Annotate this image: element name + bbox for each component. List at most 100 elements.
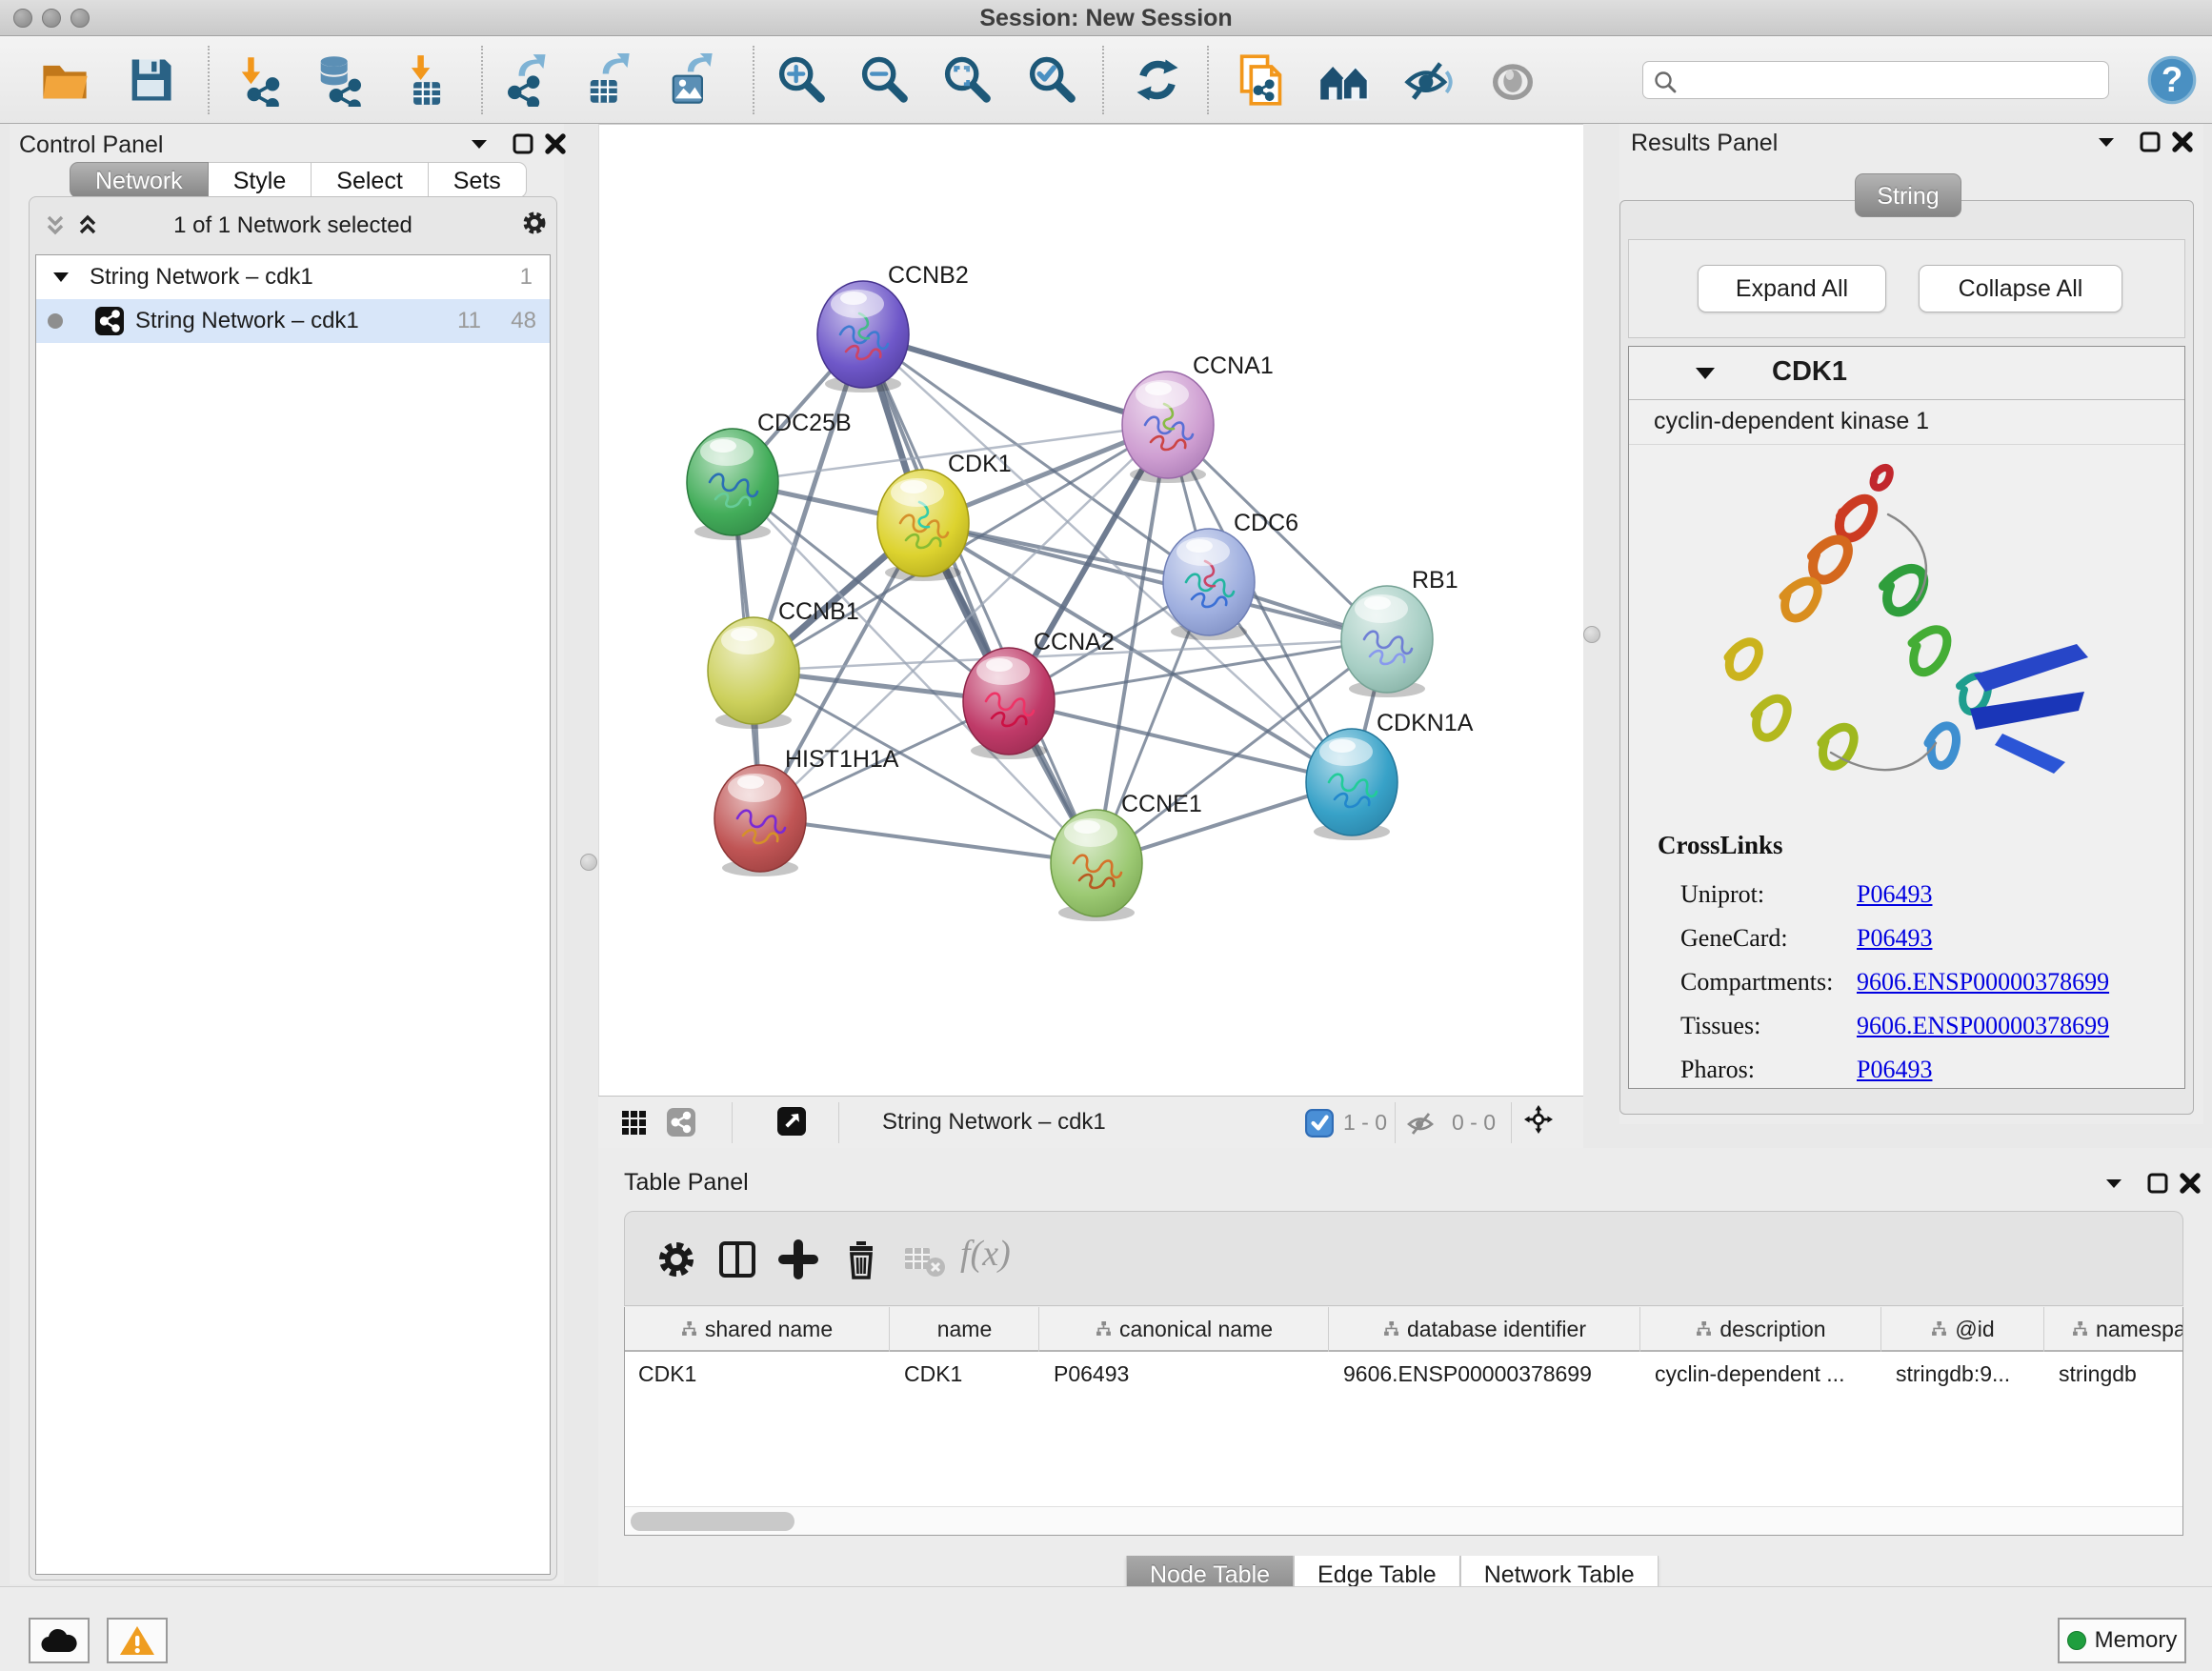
results-panel-title: Results Panel — [1631, 130, 1778, 157]
crosslink-link[interactable]: P06493 — [1857, 880, 1932, 908]
hide-eye-icon[interactable] — [1401, 53, 1455, 107]
network-edge[interactable] — [923, 523, 1387, 639]
network-selected-status: 1 of 1 Network selected — [30, 212, 556, 239]
pan-crosshair-icon[interactable] — [1524, 1105, 1560, 1141]
expand-all-button[interactable]: Expand All — [1698, 265, 1886, 312]
column-tree-icon — [1931, 1321, 1947, 1338]
search-input[interactable] — [1685, 64, 2095, 96]
node-result-card: CDK1 cyclin-dependent kinase 1 — [1628, 346, 2185, 1089]
network-edge[interactable] — [863, 334, 1096, 863]
panel-menu-icon[interactable] — [2092, 128, 2121, 156]
column-header[interactable]: @id — [1882, 1307, 2044, 1352]
node-label: CDC6 — [1234, 510, 1298, 536]
panel-float-icon[interactable] — [2136, 128, 2164, 156]
zoom-fit-icon[interactable] — [939, 53, 993, 107]
document-share-icon[interactable] — [1234, 53, 1287, 107]
add-column-icon[interactable] — [774, 1235, 823, 1284]
column-header[interactable]: description — [1641, 1307, 1881, 1352]
network-edge[interactable] — [1009, 701, 1352, 782]
collapse-arrow-icon[interactable] — [51, 269, 70, 286]
tab-style[interactable]: Style — [209, 162, 312, 198]
import-database-icon[interactable] — [312, 53, 365, 107]
crosslink-link[interactable]: P06493 — [1857, 924, 1932, 952]
table-row[interactable]: CDK1 CDK1 P06493 9606.ENSP00000378699 cy… — [625, 1354, 2183, 1396]
crosslinks-title: CrossLinks — [1658, 831, 1783, 860]
crosslink-link[interactable]: 9606.ENSP00000378699 — [1857, 968, 2109, 996]
memory-button[interactable]: Memory — [2058, 1618, 2186, 1663]
scrollbar-thumb[interactable] — [631, 1512, 794, 1531]
collapse-arrow-icon[interactable] — [1694, 364, 1717, 383]
open-folder-icon[interactable] — [38, 53, 91, 107]
show-columns-icon[interactable] — [713, 1235, 762, 1284]
column-tree-icon — [1696, 1321, 1712, 1338]
zoom-out-icon[interactable] — [856, 53, 910, 107]
network-node[interactable] — [708, 617, 799, 729]
panel-float-icon[interactable] — [2143, 1169, 2172, 1198]
node-result-header[interactable]: CDK1 — [1629, 347, 2184, 400]
network-view-icon[interactable] — [667, 1108, 695, 1137]
network-node[interactable] — [817, 281, 909, 393]
crosslink-link[interactable]: 9606.ENSP00000378699 — [1857, 1012, 2109, 1039]
crosslink-label: Tissues: — [1680, 1012, 1857, 1040]
column-header[interactable]: shared name — [625, 1307, 890, 1352]
network-edge[interactable] — [863, 334, 1168, 425]
network-collection-row[interactable]: String Network – cdk1 1 — [36, 255, 550, 299]
column-header[interactable]: database identifier — [1330, 1307, 1640, 1352]
network-node[interactable] — [963, 648, 1055, 759]
network-node[interactable] — [1341, 586, 1433, 697]
warning-button[interactable] — [107, 1618, 168, 1663]
collapse-all-button[interactable]: Collapse All — [1919, 265, 2122, 312]
zoom-in-icon[interactable] — [774, 53, 827, 107]
export-image-icon[interactable] — [663, 53, 716, 107]
export-network-icon[interactable] — [498, 53, 552, 107]
zoom-selected-icon[interactable] — [1024, 53, 1077, 107]
panel-menu-icon[interactable] — [465, 130, 493, 158]
column-header[interactable]: namespace — [2045, 1307, 2183, 1352]
network-node[interactable] — [714, 765, 806, 876]
node-label: CCNB1 — [778, 598, 859, 625]
left-splitter-grip[interactable] — [580, 854, 597, 871]
right-splitter-grip[interactable] — [1583, 626, 1600, 643]
eye-icon[interactable] — [1486, 53, 1539, 107]
network-node[interactable] — [687, 429, 778, 540]
panel-close-icon[interactable] — [2168, 128, 2197, 156]
tab-select[interactable]: Select — [312, 162, 428, 198]
collection-label: String Network – cdk1 — [90, 264, 313, 291]
import-network-icon[interactable] — [231, 53, 285, 107]
horizontal-scrollbar[interactable] — [625, 1506, 2182, 1535]
network-canvas[interactable]: CCNB2CCNA1CDC25BCDK1CDC6RB1CCNB1CCNA2CDK… — [598, 124, 1583, 1096]
help-icon[interactable]: ? — [2145, 53, 2199, 107]
crosslink-link[interactable]: P06493 — [1857, 1056, 1932, 1083]
delete-column-icon[interactable] — [836, 1235, 886, 1284]
tab-network[interactable]: Network — [70, 162, 209, 198]
column-header[interactable]: canonical name — [1040, 1307, 1329, 1352]
save-icon[interactable] — [124, 53, 177, 107]
houses-icon[interactable] — [1317, 53, 1371, 107]
tab-string[interactable]: String — [1855, 173, 1961, 217]
refresh-icon[interactable] — [1131, 53, 1184, 107]
export-table-icon[interactable] — [580, 53, 633, 107]
node-description-row: cyclin-dependent kinase 1 — [1629, 401, 2184, 445]
import-table-icon[interactable] — [399, 53, 452, 107]
network-edge[interactable] — [760, 818, 1096, 863]
search-field[interactable] — [1642, 61, 2109, 99]
selected-checkbox-icon[interactable] — [1305, 1109, 1332, 1136]
panel-close-icon[interactable] — [541, 130, 570, 158]
toolbar-separator — [1102, 46, 1104, 114]
network-node[interactable] — [1051, 810, 1142, 921]
network-row-selected[interactable]: String Network – cdk1 11 48 — [36, 299, 550, 343]
tab-sets[interactable]: Sets — [429, 162, 527, 198]
gear-icon[interactable] — [520, 209, 549, 237]
table-settings-gear-icon[interactable] — [652, 1235, 701, 1284]
network-node[interactable] — [1122, 372, 1214, 483]
panel-float-icon[interactable] — [509, 130, 537, 158]
memory-status-dot — [2067, 1631, 2086, 1650]
panel-menu-icon[interactable] — [2100, 1169, 2128, 1198]
network-node[interactable] — [1306, 729, 1398, 840]
panel-close-icon[interactable] — [2176, 1169, 2204, 1198]
cloud-button[interactable] — [29, 1618, 90, 1663]
grid-view-icon[interactable] — [619, 1108, 648, 1137]
crosslink-label: Compartments: — [1680, 968, 1857, 997]
birdseye-icon[interactable] — [777, 1107, 810, 1139]
column-header[interactable]: name — [891, 1307, 1039, 1352]
